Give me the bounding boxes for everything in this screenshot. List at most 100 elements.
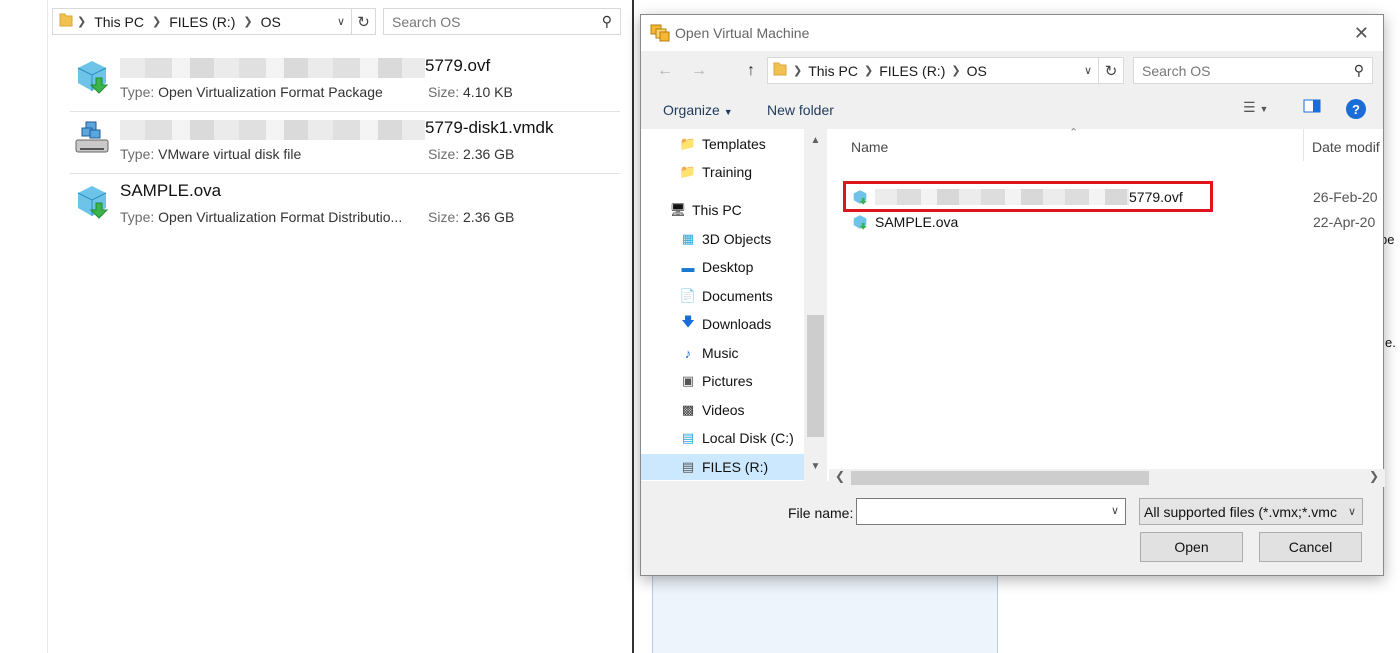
breadcrumb-files-r[interactable]: FILES (R:): [169, 14, 235, 30]
column-header-date[interactable]: Date modif: [1312, 139, 1380, 155]
search-placeholder: Search OS: [1142, 62, 1211, 79]
dialog-address-bar[interactable]: ❯ This PC ❯ FILES (R:) ❯ OS ∨: [767, 57, 1099, 84]
address-bar[interactable]: ❯ This PC ❯ FILES (R:) ❯ OS ∨: [52, 8, 352, 35]
file-row-ovf[interactable]: 5779.ovf Type: Open Virtualization Forma…: [70, 50, 620, 112]
up-button[interactable]: ↑: [739, 59, 763, 83]
file-name-label: File name:: [788, 505, 854, 521]
navigation-pane: 📁 Templates 📁 Training 🖥 This PC ▦ 3D Object…: [641, 129, 827, 481]
help-button[interactable]: ?: [1346, 99, 1366, 119]
background-text-fragment: e.: [1385, 335, 1396, 350]
videos-icon: ▩: [681, 402, 695, 417]
horizontal-scrollbar[interactable]: ❮ ❯: [829, 469, 1385, 487]
nav-item-pictures[interactable]: ▣ Pictures: [679, 368, 753, 394]
chevron-up-icon[interactable]: ▲: [804, 135, 827, 146]
chevron-down-icon: ∨: [1345, 505, 1356, 518]
chevron-right-icon: ❯: [951, 65, 961, 77]
title-bar[interactable]: Open Virtual Machine ✕: [641, 15, 1383, 51]
nav-item-this-pc[interactable]: 🖥 This PC: [669, 197, 742, 223]
breadcrumb-os[interactable]: OS: [967, 63, 987, 79]
nav-item-local-disk[interactable]: ▤ Local Disk (C:): [679, 425, 794, 451]
redacted-filename: [875, 189, 1129, 205]
breadcrumb-files-r[interactable]: FILES (R:): [879, 63, 945, 79]
list-item-ovf[interactable]: 5779.ovf: [851, 186, 1183, 208]
file-explorer-window: ❯ This PC ❯ FILES (R:) ❯ OS ∨ ↻ Search O…: [0, 0, 632, 653]
documents-icon: 📄: [679, 288, 697, 303]
nav-item-downloads[interactable]: 🡇 Downloads: [679, 311, 771, 337]
breadcrumb-this-pc[interactable]: This PC: [94, 14, 144, 30]
chevron-down-icon[interactable]: ∨: [331, 15, 351, 28]
nav-item-templates[interactable]: 📁 Templates: [679, 131, 766, 157]
chevron-down-icon[interactable]: ∨: [1111, 504, 1119, 517]
navigation-scrollbar[interactable]: ▲ ▼: [804, 129, 827, 481]
file-type-filter[interactable]: All supported files (*.vmx;*.vmc ∨: [1139, 498, 1363, 525]
file-row-ova[interactable]: SAMPLE.ova Type: Open Virtualization For…: [70, 175, 620, 237]
nav-item-desktop[interactable]: ▬ Desktop: [679, 254, 754, 280]
organize-menu[interactable]: Organize ▼: [663, 102, 733, 118]
folder-icon: 📁: [679, 164, 697, 179]
view-options-button[interactable]: ☰ ▼: [1243, 99, 1268, 116]
preview-pane-button[interactable]: [1303, 99, 1321, 116]
cancel-button[interactable]: Cancel: [1259, 532, 1362, 562]
file-type: Type: VMware virtual disk file: [120, 146, 302, 162]
nav-item-3d-objects[interactable]: ▦ 3D Objects: [679, 226, 771, 252]
chevron-right-icon: ❯: [77, 16, 87, 28]
dialog-content: 📁 Templates 📁 Training 🖥 This PC ▦ 3D Object…: [641, 127, 1385, 487]
file-row-vmdk[interactable]: 5779-disk1.vmdk Type: VMware virtual dis…: [70, 112, 620, 174]
chevron-right-icon: ❯: [152, 16, 162, 28]
dialog-title: Open Virtual Machine: [675, 25, 810, 41]
file-type: Type: Open Virtualization Format Distrib…: [120, 209, 403, 225]
breadcrumb-os[interactable]: OS: [261, 14, 281, 30]
ovf-package-icon: [853, 190, 867, 205]
nav-item-documents[interactable]: 📄 Documents: [679, 283, 773, 309]
pane-divider: [47, 0, 48, 653]
file-name-input[interactable]: ∨: [856, 498, 1126, 525]
arrow-left-icon: ←: [657, 62, 673, 79]
search-box[interactable]: Search OS ⚲: [383, 8, 621, 35]
refresh-button[interactable]: ↻: [352, 8, 376, 35]
chevron-right-icon[interactable]: ❯: [1369, 469, 1379, 483]
search-placeholder: Search OS: [392, 13, 461, 30]
new-folder-button[interactable]: New folder: [767, 102, 834, 118]
open-button[interactable]: Open: [1140, 532, 1243, 562]
column-divider[interactable]: [1303, 129, 1304, 161]
details-view-icon: ☰: [1243, 99, 1256, 115]
nav-item-training[interactable]: 📁 Training: [679, 159, 752, 185]
preview-pane-icon: [1303, 99, 1321, 113]
refresh-button[interactable]: ↻: [1099, 57, 1124, 84]
vmdk-disk-icon: [75, 121, 109, 153]
dialog-search-box[interactable]: Search OS ⚲: [1133, 57, 1373, 84]
chevron-down-icon[interactable]: ∨: [1078, 64, 1098, 77]
chevron-down-icon[interactable]: ▼: [804, 461, 827, 472]
file-date: 22-Apr-20: [1313, 214, 1376, 230]
chevron-left-icon[interactable]: ❮: [835, 469, 845, 483]
pictures-icon: ▣: [681, 373, 695, 388]
open-virtual-machine-dialog: Open Virtual Machine ✕ ← → ↑ ❯ This PC ❯…: [640, 14, 1385, 576]
list-item-ova[interactable]: SAMPLE.ova: [851, 211, 958, 233]
row-divider: [70, 173, 620, 174]
nav-item-videos[interactable]: ▩ Videos: [679, 397, 745, 423]
file-type-filter-value: All supported files (*.vmx;*.vmc: [1144, 503, 1337, 520]
desktop-icon: ▬: [681, 259, 695, 275]
ovf-package-icon: [853, 215, 867, 230]
column-header-name[interactable]: Name: [851, 139, 888, 155]
arrow-up-icon: ↑: [747, 62, 755, 79]
vmware-app-icon: [650, 24, 670, 42]
forward-button[interactable]: →: [687, 59, 711, 83]
chevron-right-icon: ❯: [864, 65, 874, 77]
redacted-filename: [120, 120, 425, 140]
nav-item-music[interactable]: ♪ Music: [679, 340, 739, 366]
redacted-filename: [120, 58, 425, 78]
breadcrumb-this-pc[interactable]: This PC: [808, 63, 858, 79]
close-icon[interactable]: ✕: [1354, 23, 1369, 44]
nav-item-files-r[interactable]: ▤ FILES (R:): [641, 454, 804, 480]
navigation-bar: ← → ↑ ❯ This PC ❯ FILES (R:) ❯ OS ∨ ↻ Se…: [641, 57, 1383, 85]
file-date: 26-Feb-20: [1313, 189, 1378, 205]
folder-icon: [59, 12, 73, 31]
back-button[interactable]: ←: [653, 59, 677, 83]
refresh-icon: ↻: [1104, 62, 1118, 80]
scrollbar-thumb[interactable]: [807, 315, 824, 437]
file-size: Size: 2.36 GB: [428, 146, 515, 162]
computer-icon: 🖥: [669, 202, 687, 217]
music-icon: ♪: [684, 345, 692, 361]
scrollbar-thumb[interactable]: [851, 471, 1149, 485]
